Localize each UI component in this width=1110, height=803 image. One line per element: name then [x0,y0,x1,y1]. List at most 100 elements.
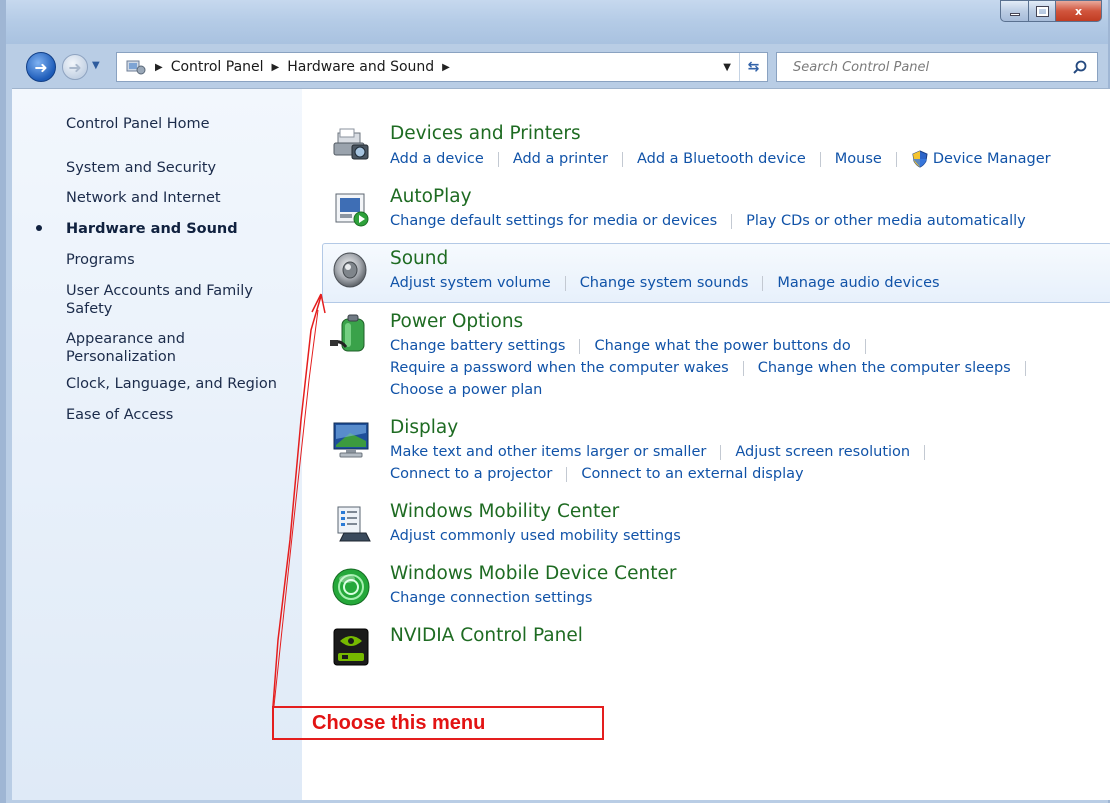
adjust-system-volume-link[interactable]: Adjust system volume [390,275,551,291]
link-separator [621,151,623,167]
title-bar: x [6,0,1108,44]
breadcrumb-separator-icon[interactable]: ▶ [442,62,450,73]
control-panel-icon [125,59,147,75]
change-default-media-settings-link[interactable]: Change default settings for media or dev… [390,213,717,229]
sidebar: Control Panel Home System and Security N… [12,89,302,800]
link-separator [924,444,926,460]
change-system-sounds-link[interactable]: Change system sounds [580,275,749,291]
link-separator [864,338,866,354]
make-text-larger-link[interactable]: Make text and other items larger or smal… [390,444,706,460]
display-title[interactable]: Display [390,417,458,438]
devices-links: Add a device Add a printer Add a Bluetoo… [390,150,1051,168]
mouse-link[interactable]: Mouse [835,151,882,167]
active-bullet-icon [36,225,42,231]
power-links-row-2: Require a password when the computer wak… [390,360,1040,376]
link-separator [720,444,722,460]
manage-audio-devices-link[interactable]: Manage audio devices [777,275,939,291]
monitor-icon [333,422,369,458]
add-bluetooth-device-link[interactable]: Add a Bluetooth device [637,151,806,167]
sidebar-item-programs[interactable]: Programs [66,251,296,269]
close-button[interactable]: x [1055,0,1102,22]
printer-camera-icon [333,128,369,160]
address-bar[interactable]: ▶ Control Panel ▶ Hardware and Sound ▶ ▼… [116,52,768,82]
nvidia-control-panel-title[interactable]: NVIDIA Control Panel [390,625,583,646]
breadcrumb-control-panel[interactable]: Control Panel [171,59,264,75]
sync-icon [332,568,370,606]
adjust-screen-resolution-link[interactable]: Adjust screen resolution [735,444,910,460]
display-links-row-2: Connect to a projector Connect to an ext… [390,466,804,482]
navigation-bar: ➜ ➜ ▼ ▶ Control Panel ▶ Hardware and Sou… [6,48,1108,86]
sidebar-item-clock-language-region[interactable]: Clock, Language, and Region [66,375,296,393]
adjust-mobility-settings-link[interactable]: Adjust commonly used mobility settings [390,528,681,544]
content-area: Control Panel Home System and Security N… [12,88,1110,800]
play-cds-automatically-link[interactable]: Play CDs or other media automatically [746,213,1026,229]
autoplay-title[interactable]: AutoPlay [390,186,472,207]
forward-button[interactable]: ➜ [62,54,88,80]
change-battery-settings-link[interactable]: Change battery settings [390,338,565,354]
sidebar-item-ease-of-access[interactable]: Ease of Access [66,406,296,424]
display-links-row-1: Make text and other items larger or smal… [390,444,939,460]
power-links-row-1: Change battery settings Change what the … [390,338,880,354]
sidebar-item-hardware-and-sound[interactable]: Hardware and Sound [66,220,296,238]
mobility-center-icon [337,506,371,542]
link-separator [579,338,581,354]
change-power-buttons-link[interactable]: Change what the power buttons do [594,338,850,354]
change-connection-settings-link[interactable]: Change connection settings [390,590,592,606]
autoplay-icon [335,193,369,227]
link-separator [566,466,568,482]
window-controls: x [1000,0,1102,22]
sidebar-item-system-and-security[interactable]: System and Security [66,159,296,177]
add-a-printer-link[interactable]: Add a printer [513,151,608,167]
choose-power-plan-link[interactable]: Choose a power plan [390,382,542,398]
sound-title[interactable]: Sound [390,248,448,269]
change-when-computer-sleeps-link[interactable]: Change when the computer sleeps [758,360,1011,376]
sidebar-item-user-accounts[interactable]: User Accounts and Family Safety [66,282,266,318]
close-icon: x [1074,4,1083,18]
windows-mobility-center-title[interactable]: Windows Mobility Center [390,501,619,522]
sidebar-item-appearance[interactable]: Appearance and Personalization [66,330,226,366]
link-separator [497,151,499,167]
address-dropdown-icon[interactable]: ▼ [723,62,731,73]
link-separator [731,213,733,229]
link-separator [564,275,566,291]
refresh-button[interactable]: ⇆ [739,53,767,81]
annotation-text: Choose this menu [312,712,486,734]
back-arrow-icon: ➜ [34,57,48,77]
maximize-icon [1035,5,1049,17]
require-password-on-wake-link[interactable]: Require a password when the computer wak… [390,360,729,376]
minimize-icon [1009,12,1020,16]
power-options-title[interactable]: Power Options [390,311,523,332]
breadcrumb-separator-icon: ▶ [271,61,280,73]
breadcrumb-hardware-and-sound[interactable]: Hardware and Sound [287,59,434,75]
recent-pages-dropdown[interactable]: ▼ [92,60,108,76]
battery-icon [330,314,365,352]
device-manager-link[interactable]: Device Manager [933,151,1051,167]
search-input[interactable] [793,55,1073,79]
link-separator [1024,360,1026,376]
add-a-device-link[interactable]: Add a device [390,151,484,167]
devices-and-printers-title[interactable]: Devices and Printers [390,123,581,144]
minimize-button[interactable] [1000,0,1028,22]
search-icon[interactable] [1073,60,1087,74]
sound-links: Adjust system volume Change system sound… [390,275,940,291]
chevron-down-icon: ▼ [92,60,100,71]
link-separator [819,151,821,167]
annotation-box: Choose this menu [272,706,604,740]
sidebar-item-network-and-internet[interactable]: Network and Internet [66,189,296,207]
control-panel-window: x ➜ ➜ ▼ ▶ Control Panel ▶ Hardware and S… [0,0,1110,803]
back-button[interactable]: ➜ [26,52,56,82]
connect-external-display-link[interactable]: Connect to an external display [581,466,803,482]
mobility-links: Adjust commonly used mobility settings [390,528,681,544]
main-panel: Devices and Printers Add a device Add a … [302,89,1110,800]
connect-to-projector-link[interactable]: Connect to a projector [390,466,552,482]
sidebar-item-control-panel-home[interactable]: Control Panel Home [66,115,296,133]
refresh-icon: ⇆ [747,59,760,75]
uac-shield-icon [912,150,928,168]
windows-mobile-device-center-title[interactable]: Windows Mobile Device Center [390,563,676,584]
forward-arrow-icon: ➜ [68,57,82,77]
search-box[interactable] [776,52,1098,82]
nvidia-icon [333,628,369,666]
power-links-row-3: Choose a power plan [390,382,542,398]
mobile-device-links: Change connection settings [390,590,592,606]
maximize-button[interactable] [1028,0,1055,22]
